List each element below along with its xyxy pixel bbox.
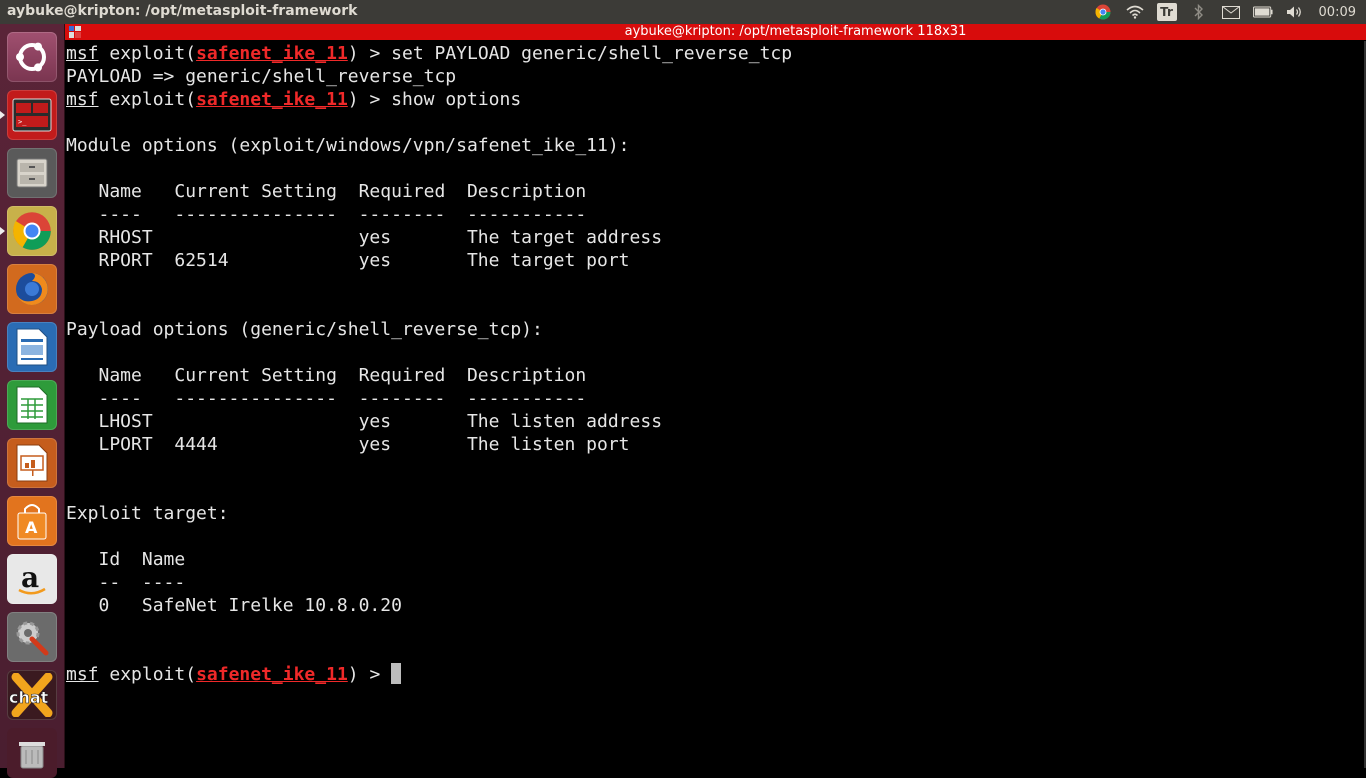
firefox-icon xyxy=(16,273,48,305)
file-cabinet-icon xyxy=(16,158,48,188)
table-row: RHOST yes The target address xyxy=(66,227,663,248)
launcher-firefox[interactable] xyxy=(7,264,57,314)
launcher-trash[interactable] xyxy=(7,728,57,778)
launcher-libreoffice-writer[interactable] xyxy=(7,322,57,372)
clock[interactable]: 00:09 xyxy=(1319,5,1356,20)
table-header: Name Current Setting Required Descriptio… xyxy=(66,365,587,386)
chrome-icon xyxy=(13,212,51,250)
payload-options-heading: Payload options (generic/shell_reverse_t… xyxy=(66,319,543,340)
settings-icon xyxy=(16,621,49,656)
terminal-icon: >_ xyxy=(12,98,52,132)
bluetooth-icon[interactable] xyxy=(1189,4,1209,20)
launcher: >_ A a chat xyxy=(0,24,65,778)
svg-text:chat: chat xyxy=(9,688,49,707)
table-header: Name Current Setting Required Descriptio… xyxy=(66,181,587,202)
keyboard-layout-label: Tr xyxy=(1160,5,1173,19)
typed-command: set PAYLOAD generic/shell_reverse_tcp xyxy=(391,43,793,64)
launcher-terminal[interactable]: >_ xyxy=(7,90,57,140)
top-panel: aybuke@kripton: /opt/metasploit-framewor… xyxy=(0,0,1366,24)
svg-text:>_: >_ xyxy=(18,118,27,126)
command-line: msf exploit(safenet_ike_11) > show optio… xyxy=(66,89,522,110)
keyboard-layout-icon[interactable]: Tr xyxy=(1156,3,1177,21)
table-separator: ---- --------------- -------- ----------… xyxy=(66,204,587,225)
launcher-libreoffice-calc[interactable] xyxy=(7,380,57,430)
table-row: LHOST yes The listen address xyxy=(66,411,663,432)
xchat-icon: chat xyxy=(9,673,53,717)
launcher-running-indicator xyxy=(0,111,5,119)
mail-icon[interactable] xyxy=(1221,4,1241,20)
volume-icon[interactable] xyxy=(1285,4,1305,20)
table-row: 0 SafeNet Irelke 10.8.0.20 xyxy=(66,595,402,616)
launcher-amazon[interactable]: a xyxy=(7,554,57,604)
battery-icon[interactable] xyxy=(1252,4,1273,20)
system-tray: Tr 00:09 xyxy=(1093,0,1356,24)
wifi-icon[interactable] xyxy=(1125,4,1145,20)
launcher-chrome[interactable] xyxy=(7,206,57,256)
launcher-libreoffice-impress[interactable] xyxy=(7,438,57,488)
launcher-files[interactable] xyxy=(7,148,57,198)
text-cursor xyxy=(391,663,402,684)
terminal-output[interactable]: msf exploit(safenet_ike_11) > set PAYLOA… xyxy=(65,41,1366,768)
writer-icon xyxy=(16,328,48,366)
typed-command: show options xyxy=(391,89,522,110)
terminal-title: aybuke@kripton: /opt/metasploit-framewor… xyxy=(624,24,967,39)
table-row: LPORT 4444 yes The listen port xyxy=(66,434,630,455)
launcher-running-indicator xyxy=(0,227,5,235)
table-header: Id Name xyxy=(66,549,186,570)
trash-icon xyxy=(19,742,45,769)
ubuntu-logo-icon xyxy=(16,42,46,72)
amazon-icon: a xyxy=(18,561,46,595)
svg-text:A: A xyxy=(25,518,38,537)
output-line: PAYLOAD => generic/shell_reverse_tcp xyxy=(66,66,457,87)
shopping-bag-icon: A xyxy=(17,504,47,540)
terminal-titlebar[interactable]: aybuke@kripton: /opt/metasploit-framewor… xyxy=(65,24,1366,40)
launcher-ubuntu-dash[interactable] xyxy=(7,32,57,82)
table-row: RPORT 62514 yes The target port xyxy=(66,250,630,271)
launcher-xchat[interactable]: chat xyxy=(7,670,57,720)
table-separator: ---- --------------- -------- ----------… xyxy=(66,388,587,409)
active-prompt[interactable]: msf exploit(safenet_ike_11) > xyxy=(66,663,402,686)
exploit-target-heading: Exploit target: xyxy=(66,503,229,524)
module-options-heading: Module options (exploit/windows/vpn/safe… xyxy=(66,135,630,156)
svg-text:a: a xyxy=(21,561,39,594)
window-title: aybuke@kripton: /opt/metasploit-framewor… xyxy=(7,3,358,19)
launcher-software-center[interactable]: A xyxy=(7,496,57,546)
table-separator: -- ---- xyxy=(66,572,186,593)
calc-icon xyxy=(16,386,48,424)
launcher-system-settings[interactable] xyxy=(7,612,57,662)
command-line: msf exploit(safenet_ike_11) > set PAYLOA… xyxy=(66,43,793,64)
impress-icon xyxy=(16,444,48,482)
chrome-icon[interactable] xyxy=(1093,4,1113,20)
